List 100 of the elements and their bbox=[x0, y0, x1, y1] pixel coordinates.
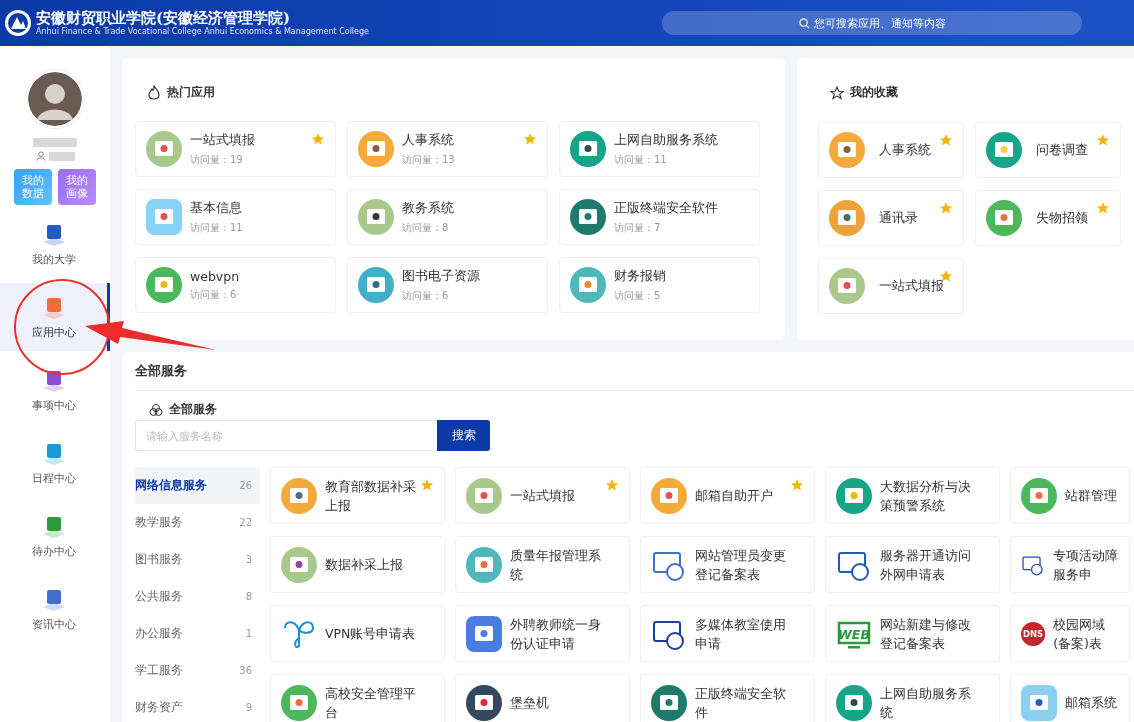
category-count: 3 bbox=[245, 554, 252, 565]
category-item[interactable]: 网络信息服务 26 bbox=[135, 467, 260, 504]
app-card[interactable]: 上网自助服务系统 访问量：11 bbox=[559, 121, 760, 177]
service-card[interactable]: 高校安全管理平台 bbox=[270, 674, 445, 722]
category-item[interactable]: 图书服务 3 bbox=[135, 541, 260, 578]
app-name: 通讯录 bbox=[879, 209, 918, 227]
visit-count: 访问量：11 bbox=[190, 220, 243, 235]
category-item[interactable]: 教学服务 22 bbox=[135, 504, 260, 541]
category-count: 36 bbox=[239, 665, 252, 676]
service-name: 校园网域(备案)表 bbox=[1053, 615, 1107, 653]
category-name: 财务资产 bbox=[135, 699, 183, 716]
service-name: 站群管理 bbox=[1065, 487, 1117, 505]
service-card[interactable]: 邮箱系统 bbox=[1010, 674, 1130, 722]
service-card[interactable]: 专项活动障服务申 bbox=[1010, 536, 1130, 593]
service-card[interactable]: 质量年报管理系统 bbox=[455, 536, 630, 593]
star-icon[interactable] bbox=[1096, 201, 1110, 215]
service-name: 大数据分析与决策预警系统 bbox=[880, 477, 972, 515]
service-name: 邮箱系统 bbox=[1065, 694, 1117, 712]
search-icon bbox=[798, 17, 810, 29]
star-icon[interactable] bbox=[523, 132, 537, 146]
app-card[interactable]: 一站式填报 bbox=[818, 258, 964, 314]
service-name: 上网自助服务系统 bbox=[880, 684, 972, 722]
star-icon[interactable] bbox=[1096, 133, 1110, 147]
nav-item[interactable]: 待办中心 bbox=[0, 502, 110, 570]
service-card[interactable]: 外聘教师统一身份认证申请 bbox=[455, 605, 630, 662]
section-subtitle: 全部服务 bbox=[169, 401, 217, 418]
category-count: 1 bbox=[245, 628, 252, 639]
service-card[interactable]: 多媒体教室使用申请 bbox=[640, 605, 815, 662]
service-name: 多媒体教室使用申请 bbox=[695, 615, 787, 653]
college-english-name: Anhui Finance & Trade Vocational College Anhui Economics & Management College bbox=[36, 27, 369, 37]
category-count: 26 bbox=[239, 480, 252, 491]
service-card[interactable]: 站群管理 bbox=[1010, 467, 1130, 524]
category-name: 办公服务 bbox=[135, 625, 183, 642]
app-card[interactable]: webvpn 访问量：6 bbox=[135, 257, 336, 313]
app-name: 财务报销 bbox=[614, 267, 666, 285]
app-card[interactable]: 财务报销 访问量：5 bbox=[559, 257, 760, 313]
service-name: 网站管理员变更登记备案表 bbox=[695, 546, 787, 584]
app-name: 图书电子资源 bbox=[402, 267, 480, 285]
service-name: 网站新建与修改登记备案表 bbox=[880, 615, 972, 653]
service-name: 专项活动障服务申 bbox=[1052, 546, 1119, 584]
service-card[interactable]: 服务器开通访问外网申请表 bbox=[825, 536, 1000, 593]
section-title: 我的收藏 bbox=[850, 84, 898, 101]
app-card[interactable]: 问卷调查 bbox=[975, 122, 1121, 178]
category-item[interactable]: 公共服务 8 bbox=[135, 578, 260, 615]
global-search-field[interactable]: 您可搜索应用、通知等内容 bbox=[662, 11, 1082, 35]
app-name: 一站式填报 bbox=[190, 131, 255, 149]
category-item[interactable]: 办公服务 1 bbox=[135, 615, 260, 652]
app-name: 教务系统 bbox=[402, 199, 454, 217]
service-card[interactable]: 上网自助服务系统 bbox=[825, 674, 1000, 722]
star-icon[interactable] bbox=[311, 132, 325, 146]
app-card[interactable]: 一站式填报 访问量：19 bbox=[135, 121, 336, 177]
app-name: 人事系统 bbox=[402, 131, 455, 149]
app-card[interactable]: 基本信息 访问量：11 bbox=[135, 189, 336, 245]
star-icon[interactable] bbox=[939, 201, 953, 215]
app-card[interactable]: 人事系统 访问量：13 bbox=[347, 121, 548, 177]
visit-count: 访问量：6 bbox=[402, 288, 450, 303]
app-card[interactable]: 通讯录 bbox=[818, 190, 964, 246]
service-card[interactable]: 邮箱自助开户 bbox=[640, 467, 815, 524]
service-name: 高校安全管理平台 bbox=[325, 684, 417, 722]
service-card[interactable]: 网站管理员变更登记备案表 bbox=[640, 536, 815, 593]
section-title: 热门应用 bbox=[167, 84, 215, 101]
star-icon[interactable] bbox=[939, 133, 953, 147]
star-icon[interactable] bbox=[605, 478, 619, 492]
app-card[interactable]: 图书电子资源 访问量：6 bbox=[347, 257, 548, 313]
visit-count: 访问量：5 bbox=[614, 288, 662, 303]
service-card[interactable]: DNS 校园网域(备案)表 bbox=[1010, 605, 1130, 662]
app-card[interactable]: 教务系统 访问量：8 bbox=[347, 189, 548, 245]
star-icon[interactable] bbox=[790, 478, 804, 492]
visit-count: 访问量：19 bbox=[190, 152, 244, 167]
app-card[interactable]: 正版终端安全软件 访问量：7 bbox=[559, 189, 760, 245]
app-card[interactable]: 失物招领 bbox=[975, 190, 1121, 246]
section-title: 全部服务 bbox=[135, 362, 1134, 391]
nav-item[interactable]: 应用中心 bbox=[0, 283, 110, 351]
service-name: 堡垒机 bbox=[510, 694, 549, 712]
service-card[interactable]: 正版终端安全软件 bbox=[640, 674, 815, 722]
redacted-id-placeholder bbox=[48, 151, 75, 161]
service-name: 教育部数据补采上报 bbox=[325, 477, 417, 515]
star-icon[interactable] bbox=[420, 478, 434, 492]
service-search-field[interactable]: 请输入服务名称 bbox=[135, 420, 437, 451]
app-card[interactable]: 人事系统 bbox=[818, 122, 964, 178]
service-name: 服务器开通访问外网申请表 bbox=[880, 546, 972, 584]
app-name: 基本信息 bbox=[190, 199, 243, 217]
category-item[interactable]: 财务资产 9 bbox=[135, 689, 260, 722]
nav-item[interactable]: 日程中心 bbox=[0, 429, 110, 497]
nav-item[interactable]: 我的大学 bbox=[0, 210, 110, 278]
category-item[interactable]: 学工服务 36 bbox=[135, 652, 260, 689]
circles-icon bbox=[149, 402, 163, 417]
service-card[interactable]: 数据补采上报 bbox=[270, 536, 445, 593]
service-card[interactable]: 堡垒机 bbox=[455, 674, 630, 722]
search-button[interactable]: 搜索 bbox=[437, 420, 490, 451]
service-card[interactable]: 大数据分析与决策预警系统 bbox=[825, 467, 1000, 524]
service-card[interactable]: VPN账号申请表 bbox=[270, 605, 445, 662]
service-card[interactable]: 一站式填报 bbox=[455, 467, 630, 524]
service-name: 一站式填报 bbox=[510, 487, 575, 505]
app-name: 一站式填报 bbox=[879, 277, 944, 295]
nav-item[interactable]: 事项中心 bbox=[0, 356, 110, 424]
service-card[interactable]: 教育部数据补采上报 bbox=[270, 467, 445, 524]
nav-item[interactable]: 资讯中心 bbox=[0, 575, 110, 643]
category-name: 学工服务 bbox=[135, 662, 183, 679]
flame-icon bbox=[147, 85, 161, 100]
